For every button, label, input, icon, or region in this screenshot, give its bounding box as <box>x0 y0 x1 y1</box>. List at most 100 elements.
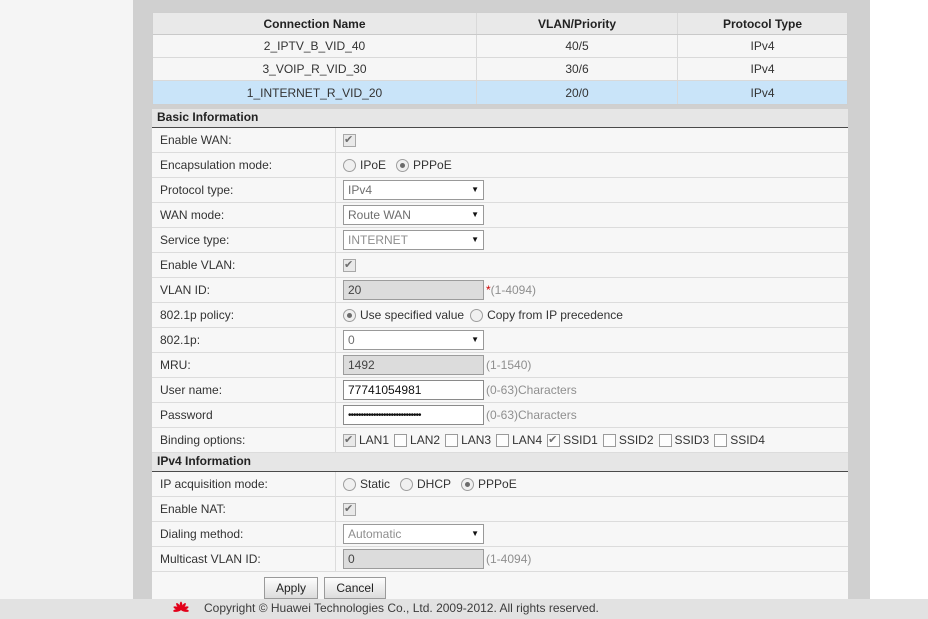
vlan-id-input[interactable] <box>343 280 484 300</box>
table-cell-protocol: IPv4 <box>678 35 847 57</box>
multicast-vlan-id-input[interactable] <box>343 549 484 569</box>
mru-input[interactable] <box>343 355 484 375</box>
use-specified-value-label: Use specified value <box>360 308 464 322</box>
dialing-method-label: Dialing method: <box>152 527 335 541</box>
user-name-input[interactable] <box>343 380 484 400</box>
row-enable-wan: Enable WAN: <box>152 128 848 153</box>
connection-table-row[interactable]: 2_IPTV_B_VID_4040/5IPv4 <box>153 35 847 58</box>
lan1-checkbox-label: LAN1 <box>359 433 389 447</box>
chevron-down-icon: ▼ <box>471 529 479 539</box>
copy-from-ip-precedence-radio[interactable] <box>470 309 483 322</box>
ssid3-checkbox[interactable] <box>659 434 672 447</box>
service-type-select[interactable]: INTERNET ▼ <box>343 230 484 250</box>
enable-vlan-checkbox[interactable] <box>343 259 356 272</box>
multicast-vlan-id-label: Multicast VLAN ID: <box>152 552 335 566</box>
p8021-label: 802.1p: <box>152 333 335 347</box>
ssid2-checkbox-label: SSID2 <box>619 433 654 447</box>
lan4-checkbox-label: LAN4 <box>512 433 542 447</box>
main-panel: Connection Name VLAN/Priority Protocol T… <box>152 12 848 604</box>
table-cell-name: 1_INTERNET_R_VID_20 <box>153 81 477 104</box>
cancel-button[interactable]: Cancel <box>324 577 385 599</box>
row-multicast-vlan-id: Multicast VLAN ID: (1-4094) <box>152 547 848 572</box>
static-radio[interactable] <box>343 478 356 491</box>
ip-pppoe-radio-label: PPPoE <box>478 477 517 491</box>
enable-wan-label: Enable WAN: <box>152 133 335 147</box>
ssid1-checkbox-label: SSID1 <box>563 433 598 447</box>
row-ip-acquisition-mode: IP acquisition mode: Static DHCP PPPoE <box>152 472 848 497</box>
dialing-method-value: Automatic <box>348 527 401 541</box>
enable-wan-checkbox[interactable] <box>343 134 356 147</box>
table-header-row: Connection Name VLAN/Priority Protocol T… <box>153 13 847 35</box>
dialing-method-select[interactable]: Automatic ▼ <box>343 524 484 544</box>
row-enable-nat: Enable NAT: <box>152 497 848 522</box>
row-service-type: Service type: INTERNET ▼ <box>152 228 848 253</box>
col-header-vlan-priority: VLAN/Priority <box>477 13 678 34</box>
row-dialing-method: Dialing method: Automatic ▼ <box>152 522 848 547</box>
lan4-checkbox[interactable] <box>496 434 509 447</box>
dhcp-radio[interactable] <box>400 478 413 491</box>
table-cell-name: 3_VOIP_R_VID_30 <box>153 58 477 80</box>
wan-config-form: Basic Information Enable WAN: Encapsulat… <box>152 109 848 604</box>
left-margin-background <box>0 0 133 600</box>
lan1-checkbox[interactable] <box>343 434 356 447</box>
table-cell-protocol: IPv4 <box>678 58 847 80</box>
ipoe-radio-label: IPoE <box>360 158 386 172</box>
use-specified-value-radio[interactable] <box>343 309 356 322</box>
password-hint: (0-63)Characters <box>486 408 577 422</box>
ip-pppoe-radio[interactable] <box>461 478 474 491</box>
mru-hint: (1-1540) <box>486 358 531 372</box>
row-mru: MRU: (1-1540) <box>152 353 848 378</box>
table-cell-name: 2_IPTV_B_VID_40 <box>153 35 477 57</box>
section-header-basic: Basic Information <box>152 109 848 128</box>
wan-mode-label: WAN mode: <box>152 208 335 222</box>
multicast-vlan-id-hint: (1-4094) <box>486 552 531 566</box>
section-header-ipv4: IPv4 Information <box>152 453 848 472</box>
static-radio-label: Static <box>360 477 390 491</box>
protocol-type-value: IPv4 <box>348 183 372 197</box>
ssid4-checkbox[interactable] <box>714 434 727 447</box>
ssid3-checkbox-label: SSID3 <box>675 433 710 447</box>
table-cell-protocol: IPv4 <box>678 81 847 104</box>
ssid2-checkbox[interactable] <box>603 434 616 447</box>
col-header-protocol-type: Protocol Type <box>678 13 847 34</box>
apply-button[interactable]: Apply <box>264 577 318 599</box>
ssid1-checkbox[interactable] <box>547 434 560 447</box>
user-name-label: User name: <box>152 383 335 397</box>
password-input[interactable] <box>343 405 484 425</box>
row-binding-options: Binding options: LAN1LAN2LAN3LAN4SSID1SS… <box>152 428 848 453</box>
ipoe-radio[interactable] <box>343 159 356 172</box>
row-vlan-id: VLAN ID: *(1-4094) <box>152 278 848 303</box>
copy-from-ip-precedence-label: Copy from IP precedence <box>487 308 623 322</box>
p8021-select[interactable]: 0 ▼ <box>343 330 484 350</box>
vlan-id-hint: (1-4094) <box>491 283 536 297</box>
protocol-type-label: Protocol type: <box>152 183 335 197</box>
row-protocol-type: Protocol type: IPv4 ▼ <box>152 178 848 203</box>
row-8021p-policy: 802.1p policy: Use specified value Copy … <box>152 303 848 328</box>
row-wan-mode: WAN mode: Route WAN ▼ <box>152 203 848 228</box>
enable-nat-checkbox[interactable] <box>343 503 356 516</box>
footer: Copyright © Huawei Technologies Co., Ltd… <box>0 599 928 619</box>
protocol-type-select[interactable]: IPv4 ▼ <box>343 180 484 200</box>
pppoe-radio-label: PPPoE <box>413 158 452 172</box>
wan-mode-select[interactable]: Route WAN ▼ <box>343 205 484 225</box>
chevron-down-icon: ▼ <box>471 185 479 195</box>
connections-table-body: 2_IPTV_B_VID_4040/5IPv43_VOIP_R_VID_3030… <box>153 35 847 104</box>
lan3-checkbox-label: LAN3 <box>461 433 491 447</box>
wan-connections-table: Connection Name VLAN/Priority Protocol T… <box>152 12 848 105</box>
lan2-checkbox[interactable] <box>394 434 407 447</box>
lan3-checkbox[interactable] <box>445 434 458 447</box>
row-enable-vlan: Enable VLAN: <box>152 253 848 278</box>
col-header-connection-name: Connection Name <box>153 13 477 34</box>
row-password: Password (0-63)Characters <box>152 403 848 428</box>
chevron-down-icon: ▼ <box>471 235 479 245</box>
connection-table-row[interactable]: 3_VOIP_R_VID_3030/6IPv4 <box>153 58 847 81</box>
table-cell-vlan: 20/0 <box>477 81 678 104</box>
policy-8021p-label: 802.1p policy: <box>152 308 335 322</box>
chevron-down-icon: ▼ <box>471 335 479 345</box>
pppoe-radio[interactable] <box>396 159 409 172</box>
row-user-name: User name: (0-63)Characters <box>152 378 848 403</box>
service-type-value: INTERNET <box>348 233 408 247</box>
ssid4-checkbox-label: SSID4 <box>730 433 765 447</box>
connection-table-row[interactable]: 1_INTERNET_R_VID_2020/0IPv4 <box>153 81 847 104</box>
chevron-down-icon: ▼ <box>471 210 479 220</box>
